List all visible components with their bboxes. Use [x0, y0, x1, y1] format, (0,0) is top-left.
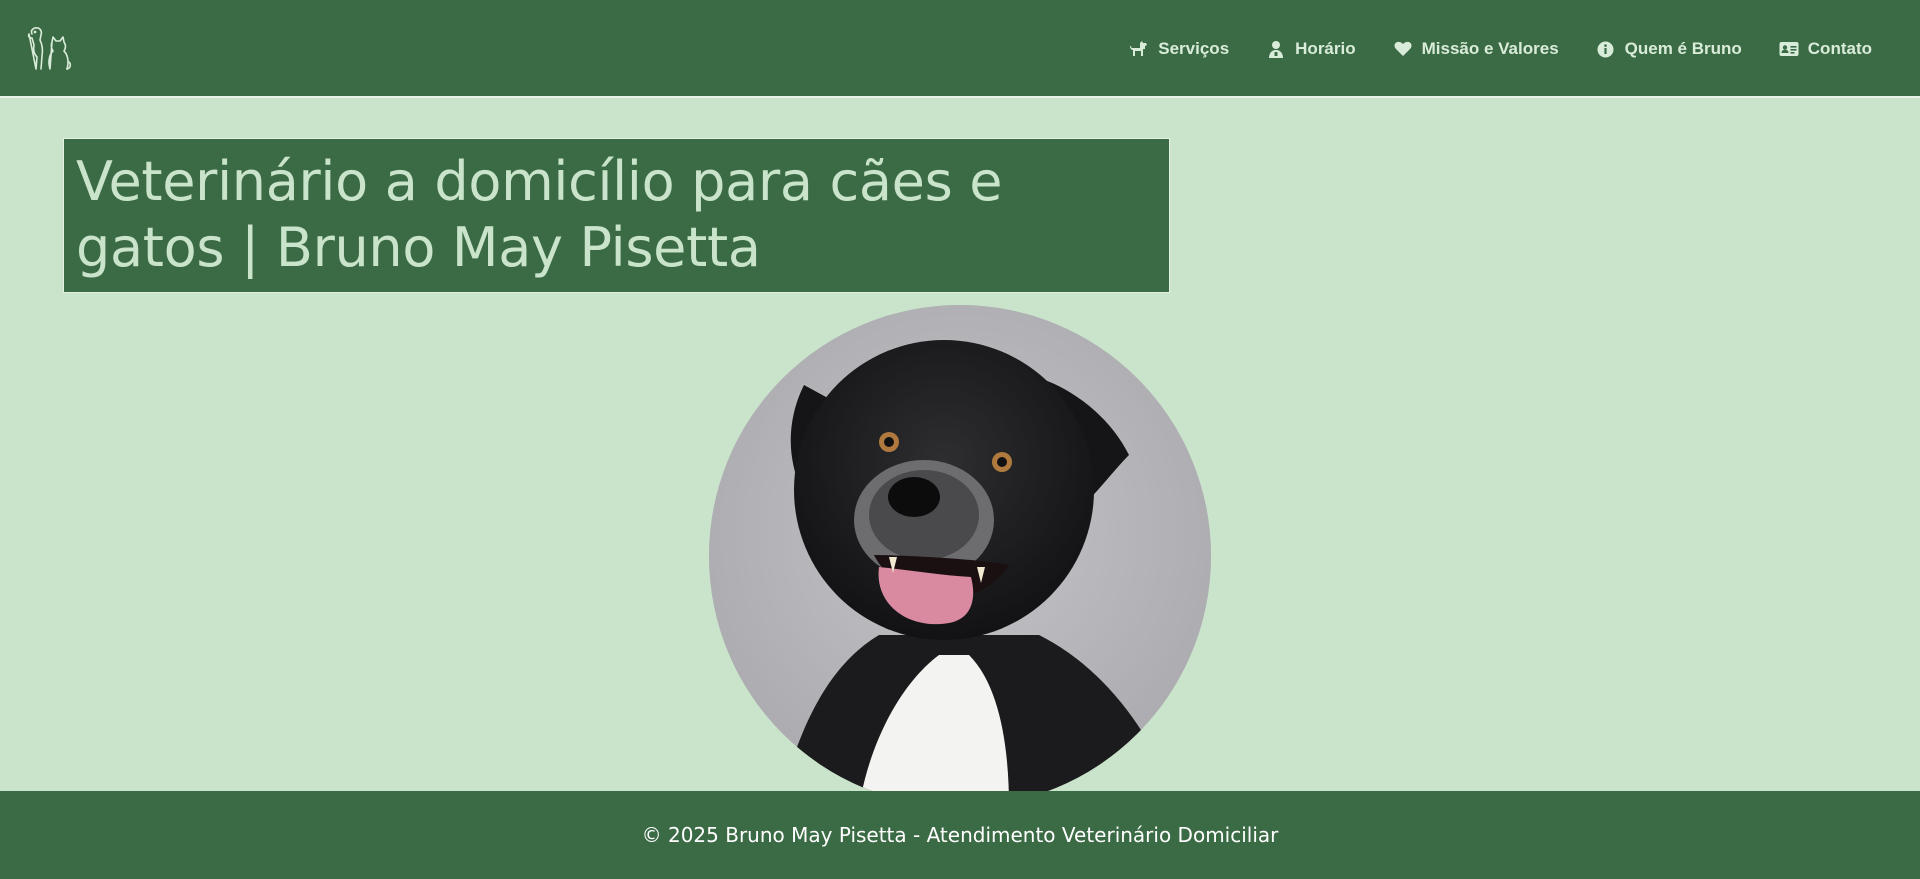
- logo-dog-cat-icon[interactable]: [26, 24, 72, 72]
- nav-item-label: Contato: [1807, 39, 1872, 58]
- nav-item-servicos[interactable]: Serviços: [1129, 39, 1229, 59]
- page-title: Veterinário a domicílio para cães e gato…: [76, 150, 1003, 279]
- dog-icon: [1129, 40, 1149, 58]
- heart-icon: [1393, 40, 1413, 58]
- nav-item-label: Quem é Bruno: [1624, 39, 1742, 58]
- nav-item-label: Horário: [1295, 39, 1356, 58]
- site-footer: © 2025 Bruno May Pisetta - Atendimento V…: [0, 791, 1920, 879]
- nav-item-label: Serviços: [1158, 39, 1230, 58]
- user-doctor-icon: [1266, 40, 1286, 58]
- hero-title-box: Veterinário a domicílio para cães e gato…: [63, 138, 1170, 293]
- nav-item-contato[interactable]: Contato: [1779, 39, 1872, 59]
- nav-item-quem-e-bruno[interactable]: Quem é Bruno: [1596, 39, 1742, 59]
- dog-portrait-image: [709, 305, 1211, 807]
- info-circle-icon: [1596, 40, 1616, 58]
- nav-item-label: Missão e Valores: [1421, 39, 1559, 58]
- id-card-icon: [1779, 40, 1799, 58]
- nav-item-missao[interactable]: Missão e Valores: [1393, 39, 1559, 59]
- nav-item-horario[interactable]: Horário: [1266, 39, 1356, 59]
- site-header: Serviços Horário Missão e Valores Quem é…: [0, 0, 1920, 98]
- footer-copyright: © 2025 Bruno May Pisetta - Atendimento V…: [641, 823, 1279, 847]
- main-nav: Serviços Horário Missão e Valores Quem é…: [1129, 0, 1872, 98]
